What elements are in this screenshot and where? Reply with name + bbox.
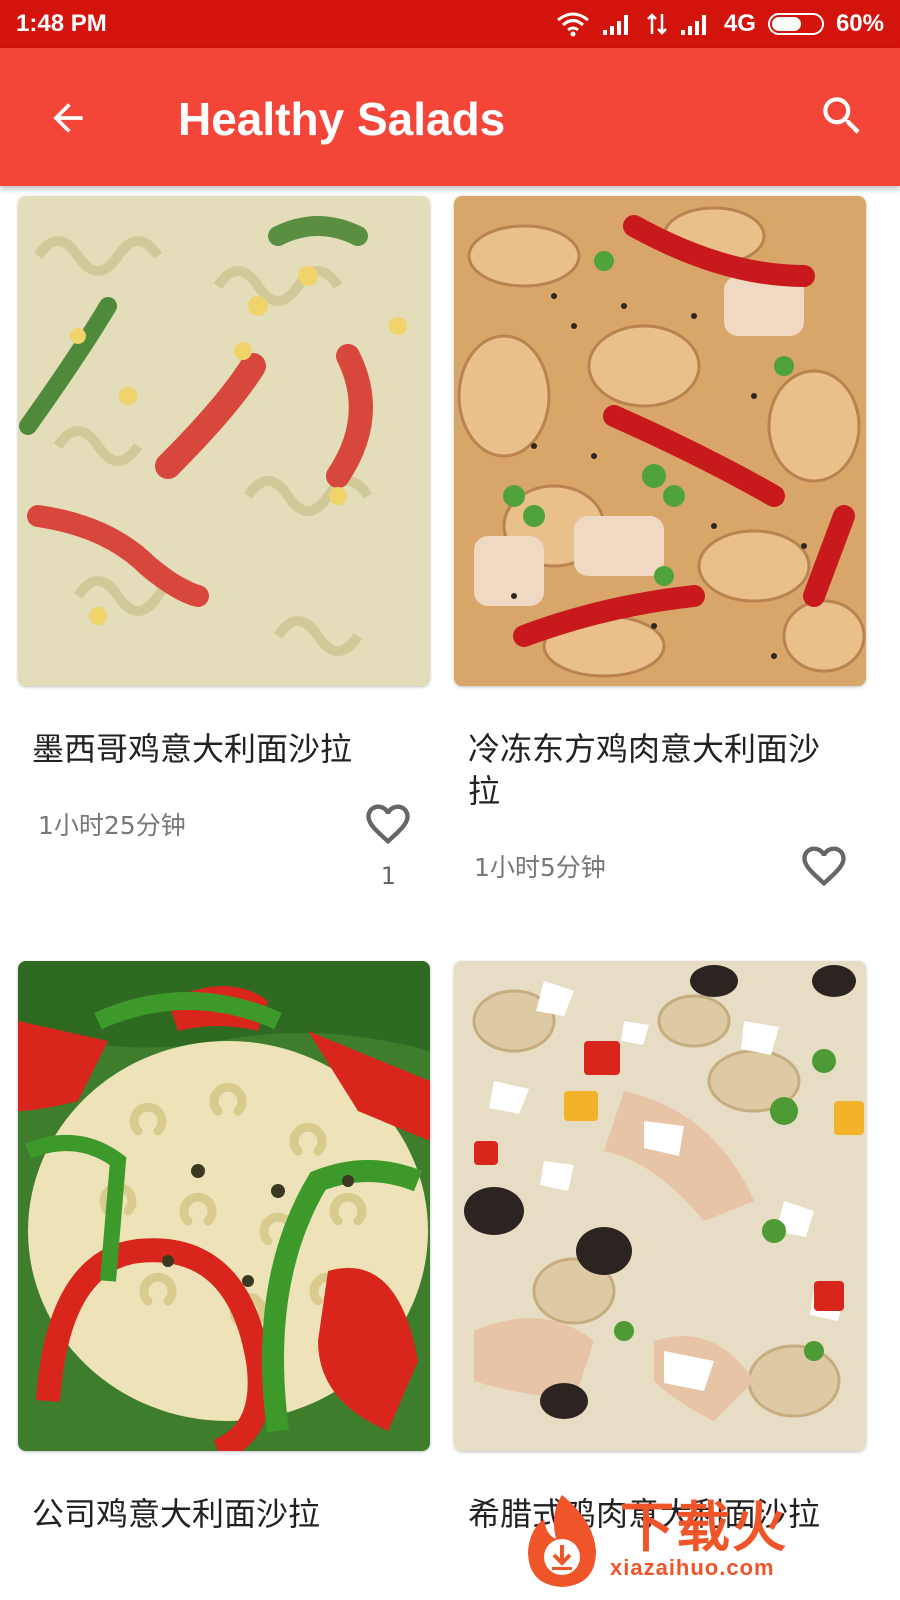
recipe-meta — [18, 1535, 430, 1600]
back-button[interactable] — [38, 88, 98, 148]
arrow-left-icon — [53, 103, 83, 133]
status-icons: 4G 60% — [556, 10, 884, 38]
recipe-title: 公司鸡意大利面沙拉 — [32, 1495, 321, 1533]
signal-icon-2 — [680, 12, 712, 36]
status-time: 1:48 PM — [16, 10, 107, 37]
recipe-card[interactable]: 公司鸡意大利面沙拉 — [18, 961, 430, 1600]
like-button[interactable] — [360, 796, 416, 852]
like-button[interactable] — [796, 838, 852, 894]
wifi-icon — [556, 11, 590, 37]
watermark-text: 下载火 — [620, 1496, 788, 1559]
flame-download-icon — [528, 1495, 596, 1587]
watermark-logo: 下载火 xiazaihuo.com — [514, 1486, 886, 1596]
network-type: 4G — [723, 10, 756, 37]
recipe-meta: 1小时25分钟 1 — [18, 770, 430, 890]
battery-fill — [771, 17, 801, 31]
search-button[interactable] — [812, 86, 872, 146]
recipe-card[interactable]: 冷冻东方鸡肉意大利面沙拉 1小时5分钟 — [454, 196, 866, 922]
battery-icon — [767, 13, 824, 35]
page-title: Healthy Salads — [178, 93, 506, 145]
recipe-title: 冷冻东方鸡肉意大利面沙拉 — [468, 730, 821, 810]
recipe-image — [18, 196, 430, 686]
recipe-image — [18, 961, 430, 1451]
recipe-time: 1小时5分钟 — [474, 853, 606, 882]
signal-icon — [602, 12, 634, 36]
status-bar: 1:48 PM 4G 60% — [0, 0, 900, 48]
app-bar: Healthy Salads — [0, 48, 900, 186]
recipe-meta: 1小时5分钟 — [454, 812, 866, 922]
battery-percent: 60% — [835, 10, 884, 37]
recipe-time: 1小时25分钟 — [38, 811, 186, 840]
recipe-title: 墨西哥鸡意大利面沙拉 — [32, 730, 353, 768]
recipe-image — [454, 196, 866, 686]
heart-icon — [802, 846, 846, 887]
watermark-url: xiazaihuo.com — [610, 1555, 775, 1580]
search-icon — [823, 97, 860, 134]
recipe-grid: 墨西哥鸡意大利面沙拉 1小时25分钟 1 冷冻东方鸡肉意大利面沙拉 1小时5分钟… — [0, 186, 900, 1600]
data-transfer-icon — [646, 12, 668, 36]
recipe-card[interactable]: 墨西哥鸡意大利面沙拉 1小时25分钟 1 — [18, 196, 430, 890]
like-count: 1 — [380, 862, 396, 890]
recipe-image — [454, 961, 866, 1451]
heart-icon — [366, 804, 410, 845]
